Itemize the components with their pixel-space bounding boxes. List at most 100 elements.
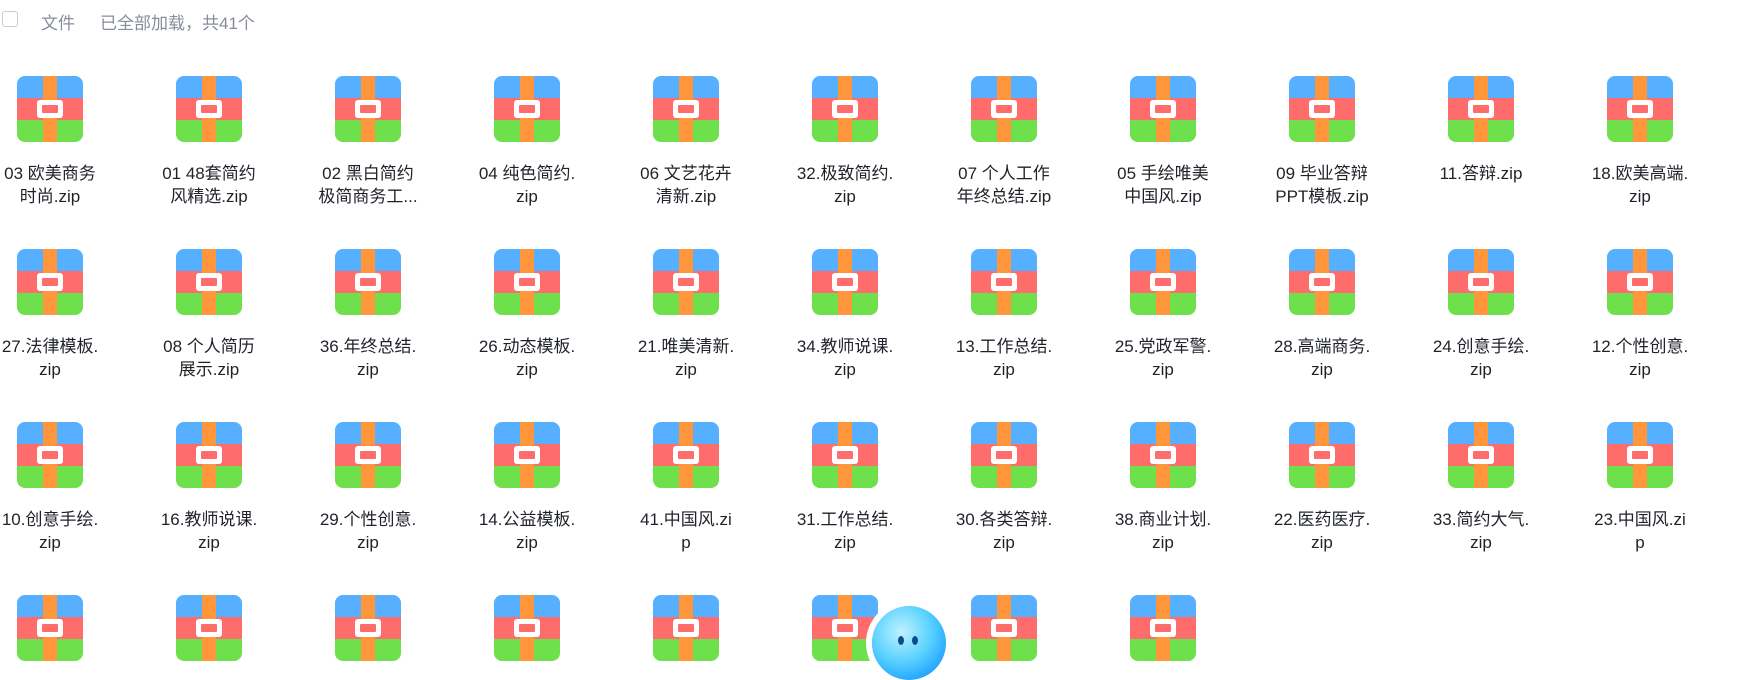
file-name-label: 27.法律模板. zip bbox=[0, 335, 115, 381]
file-name-line2: 展示.zip bbox=[178, 360, 240, 379]
file-name-line1: 32.极致简约. bbox=[796, 164, 894, 183]
zip-archive-icon[interactable] bbox=[812, 422, 878, 488]
file-name-line1: 01 48套简约 bbox=[162, 164, 256, 183]
zip-archive-icon[interactable] bbox=[494, 249, 560, 315]
file-name-label: 08 个人简历 展示.zip bbox=[144, 335, 274, 381]
file-name-label: 13.工作总结. zip bbox=[939, 335, 1069, 381]
file-name-line2: zip bbox=[39, 533, 61, 552]
zip-archive-icon[interactable] bbox=[17, 422, 83, 488]
file-name-line1: 05 手绘唯美 bbox=[1117, 164, 1209, 183]
zip-archive-icon[interactable] bbox=[812, 595, 878, 661]
file-name-label: 12.个性创意. zip bbox=[1575, 335, 1705, 381]
file-name-line1: 03 欧美商务 bbox=[4, 164, 96, 183]
zip-archive-icon[interactable] bbox=[1130, 595, 1196, 661]
zip-archive-icon[interactable] bbox=[971, 249, 1037, 315]
zip-archive-icon[interactable] bbox=[494, 76, 560, 142]
zip-archive-icon[interactable] bbox=[1607, 249, 1673, 315]
file-name-label: 14.公益模板. zip bbox=[462, 508, 592, 554]
file-name-label: 18.欧美高端. zip bbox=[1575, 162, 1705, 208]
file-name-line1: 21.唯美清新. bbox=[637, 337, 735, 356]
zip-archive-icon[interactable] bbox=[335, 76, 401, 142]
file-name-line1: 07 个人工作 bbox=[958, 164, 1050, 183]
zip-archive-icon[interactable] bbox=[971, 422, 1037, 488]
file-name-label: 34.教师说课. zip bbox=[780, 335, 910, 381]
zip-archive-icon[interactable] bbox=[1289, 249, 1355, 315]
zip-archive-icon[interactable] bbox=[653, 595, 719, 661]
file-name-line1: 14.公益模板. bbox=[478, 510, 576, 529]
file-name-line2: zip bbox=[198, 533, 220, 552]
zip-archive-icon[interactable] bbox=[1130, 76, 1196, 142]
zip-archive-icon[interactable] bbox=[971, 595, 1037, 661]
file-name-label: 04 纯色简约. zip bbox=[462, 162, 592, 208]
file-name-label: 31.工作总结. zip bbox=[780, 508, 910, 554]
file-name-line2: p bbox=[681, 533, 691, 552]
zip-archive-icon[interactable] bbox=[653, 76, 719, 142]
file-name-line1: 28.高端商务. bbox=[1273, 337, 1371, 356]
zip-archive-icon[interactable] bbox=[1607, 76, 1673, 142]
file-name-line2: 极简商务工... bbox=[318, 187, 418, 206]
zip-archive-icon[interactable] bbox=[1289, 76, 1355, 142]
file-name-line2: zip bbox=[1470, 533, 1492, 552]
zip-archive-icon[interactable] bbox=[653, 249, 719, 315]
zip-archive-icon[interactable] bbox=[176, 76, 242, 142]
file-name-line2: 风精选.zip bbox=[170, 187, 248, 206]
zip-archive-icon[interactable] bbox=[494, 595, 560, 661]
file-name-label: 01 48套简约 风精选.zip bbox=[144, 162, 274, 208]
file-name-label: 24.创意手绘. zip bbox=[1416, 335, 1546, 381]
file-name-line1: 22.医药医疗. bbox=[1273, 510, 1371, 529]
zip-archive-icon[interactable] bbox=[1130, 422, 1196, 488]
file-name-line2: zip bbox=[357, 360, 379, 379]
zip-archive-icon[interactable] bbox=[176, 249, 242, 315]
zip-archive-icon[interactable] bbox=[494, 422, 560, 488]
file-name-line2: 清新.zip bbox=[655, 187, 717, 206]
zip-archive-icon[interactable] bbox=[335, 422, 401, 488]
file-name-line2: zip bbox=[516, 187, 538, 206]
file-name-line2: PPT模板.zip bbox=[1275, 187, 1369, 206]
file-name-line1: 09 毕业答辩 bbox=[1276, 164, 1368, 183]
file-name-line2: zip bbox=[834, 533, 856, 552]
file-name-line1: 33.简约大气. bbox=[1432, 510, 1530, 529]
zip-archive-icon[interactable] bbox=[335, 249, 401, 315]
zip-archive-icon[interactable] bbox=[653, 422, 719, 488]
file-name-label: 33.简约大气. zip bbox=[1416, 508, 1546, 554]
file-name-line2: zip bbox=[1152, 533, 1174, 552]
zip-archive-icon[interactable] bbox=[335, 595, 401, 661]
file-name-line2: zip bbox=[834, 360, 856, 379]
zip-archive-icon[interactable] bbox=[176, 595, 242, 661]
zip-archive-icon[interactable] bbox=[1448, 76, 1514, 142]
zip-archive-icon[interactable] bbox=[812, 249, 878, 315]
zip-archive-icon[interactable] bbox=[17, 595, 83, 661]
file-name-label: 10.创意手绘. zip bbox=[0, 508, 115, 554]
file-name-line1: 41.中国风.zi bbox=[640, 510, 732, 529]
zip-archive-icon[interactable] bbox=[1448, 249, 1514, 315]
file-name-line2: zip bbox=[1311, 360, 1333, 379]
zip-archive-icon[interactable] bbox=[812, 76, 878, 142]
file-name-line2: zip bbox=[1152, 360, 1174, 379]
file-name-label: 23.中国风.zi p bbox=[1575, 508, 1705, 554]
file-name-line1: 29.个性创意. bbox=[319, 510, 417, 529]
file-name-line2: zip bbox=[675, 360, 697, 379]
zip-archive-icon[interactable] bbox=[1448, 422, 1514, 488]
zip-archive-icon[interactable] bbox=[1289, 422, 1355, 488]
file-name-label: 16.教师说课. zip bbox=[144, 508, 274, 554]
zip-archive-icon[interactable] bbox=[1130, 249, 1196, 315]
file-name-line2: zip bbox=[516, 533, 538, 552]
file-name-line2: zip bbox=[993, 533, 1015, 552]
file-name-line1: 18.欧美高端. bbox=[1591, 164, 1689, 183]
zip-archive-icon[interactable] bbox=[176, 422, 242, 488]
file-name-line1: 06 文艺花卉 bbox=[640, 164, 732, 183]
file-name-label: 06 文艺花卉 清新.zip bbox=[621, 162, 751, 208]
file-name-label: 09 毕业答辩 PPT模板.zip bbox=[1257, 162, 1387, 208]
zip-archive-icon[interactable] bbox=[17, 76, 83, 142]
file-name-line1: 10.创意手绘. bbox=[1, 510, 99, 529]
file-name-line1: 38.商业计划. bbox=[1114, 510, 1212, 529]
zip-archive-icon[interactable] bbox=[1607, 422, 1673, 488]
file-name-label: 02 黑白简约 极简商务工... bbox=[303, 162, 433, 208]
file-name-label: 07 个人工作 年终总结.zip bbox=[939, 162, 1069, 208]
zip-archive-icon[interactable] bbox=[17, 249, 83, 315]
ai-assistant-bubble-icon[interactable] bbox=[872, 606, 946, 680]
zip-archive-icon[interactable] bbox=[971, 76, 1037, 142]
file-name-label: 05 手绘唯美 中国风.zip bbox=[1098, 162, 1228, 208]
file-name-line2: zip bbox=[1629, 360, 1651, 379]
file-name-line2: 中国风.zip bbox=[1124, 187, 1202, 206]
